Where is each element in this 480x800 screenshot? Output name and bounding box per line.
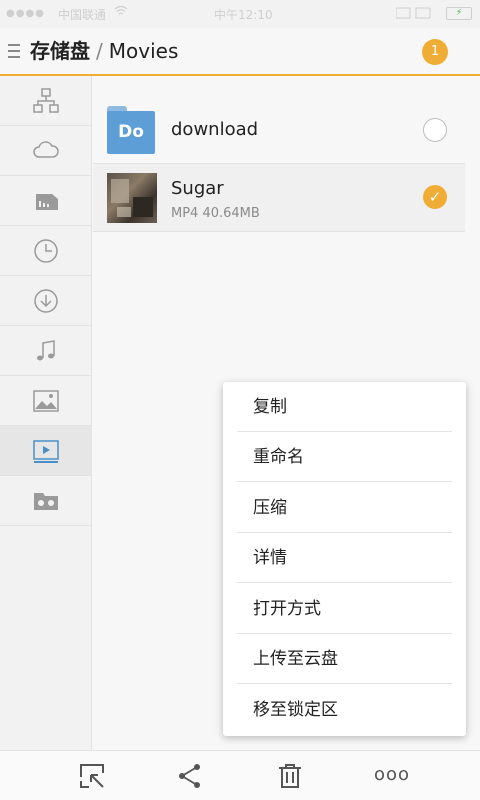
select-checkbox-checked[interactable]: ✓: [423, 185, 447, 209]
share-button[interactable]: [177, 763, 203, 789]
clock-icon: [34, 239, 58, 263]
menu-item-upload-cloud[interactable]: 上传至云盘: [223, 634, 466, 684]
select-icon: [80, 764, 104, 788]
wifi-icon: [114, 5, 128, 20]
breadcrumb-separator: /: [96, 39, 103, 63]
sidebar-item-music[interactable]: [0, 326, 92, 376]
vr-glasses-icon: [34, 493, 58, 510]
cloud-icon: [33, 141, 59, 158]
menu-item-details[interactable]: 详情: [223, 533, 466, 583]
menu-item-rename[interactable]: 重命名: [223, 432, 466, 482]
network-tree-icon: [33, 88, 59, 113]
folder-icon: Do: [107, 106, 155, 154]
menu-item-open-with[interactable]: 打开方式: [223, 584, 466, 634]
menu-item-copy[interactable]: 复制: [223, 382, 466, 432]
list-item[interactable]: Do download: [93, 96, 465, 164]
status-bar: ●●●● 中国联通 中午12:10 ⚡: [0, 0, 480, 28]
sidebar-item-network[interactable]: [0, 76, 92, 126]
carrier-label: 中国联通: [58, 8, 107, 22]
video-icon: [33, 440, 59, 463]
sidebar-item-images[interactable]: [0, 376, 92, 426]
select-checkbox[interactable]: [423, 118, 447, 142]
list-item[interactable]: Sugar MP4 40.64MB ✓: [93, 164, 465, 232]
sd-card-icon: [36, 194, 58, 210]
sidebar-item-downloads[interactable]: [0, 276, 92, 326]
video-thumbnail: [107, 173, 157, 223]
menu-icon[interactable]: [8, 44, 20, 58]
battery-icon: ⚡: [446, 7, 472, 20]
breadcrumb: 存储盘 / Movies: [30, 38, 178, 64]
app-header: 存储盘 / Movies 1: [0, 28, 480, 76]
more-icon[interactable]: ooo: [374, 763, 410, 787]
music-note-icon: [37, 340, 55, 361]
sidebar-item-vr[interactable]: [0, 476, 92, 526]
trash-icon: [279, 764, 301, 788]
clock-time: 中午12:10: [214, 8, 273, 22]
context-menu: 复制 重命名 压缩 详情 打开方式 上传至云盘 移至锁定区: [223, 382, 466, 736]
image-icon: [33, 390, 59, 412]
sidebar-item-sdcard[interactable]: [0, 176, 92, 226]
sidebar-item-recent[interactable]: [0, 226, 92, 276]
breadcrumb-root[interactable]: 存储盘: [30, 39, 90, 63]
breadcrumb-current: Movies: [108, 39, 179, 63]
signal-icon: ●●●●: [6, 8, 45, 19]
file-name: Sugar: [171, 178, 224, 199]
selection-count-badge[interactable]: 1: [422, 39, 448, 65]
notification-icon: [395, 6, 432, 23]
download-icon: [34, 289, 58, 313]
sidebar-item-cloud[interactable]: [0, 126, 92, 176]
menu-item-compress[interactable]: 压缩: [223, 483, 466, 533]
select-button[interactable]: [79, 763, 105, 789]
delete-button[interactable]: [277, 763, 303, 789]
file-meta: MP4 40.64MB: [171, 206, 260, 221]
bottom-toolbar: ooo: [0, 750, 480, 800]
file-name: download: [171, 119, 259, 140]
share-icon: [179, 764, 200, 788]
sidebar-item-videos[interactable]: [0, 426, 92, 476]
category-sidebar: [0, 76, 92, 750]
menu-item-move-to-lock[interactable]: 移至锁定区: [223, 685, 466, 735]
